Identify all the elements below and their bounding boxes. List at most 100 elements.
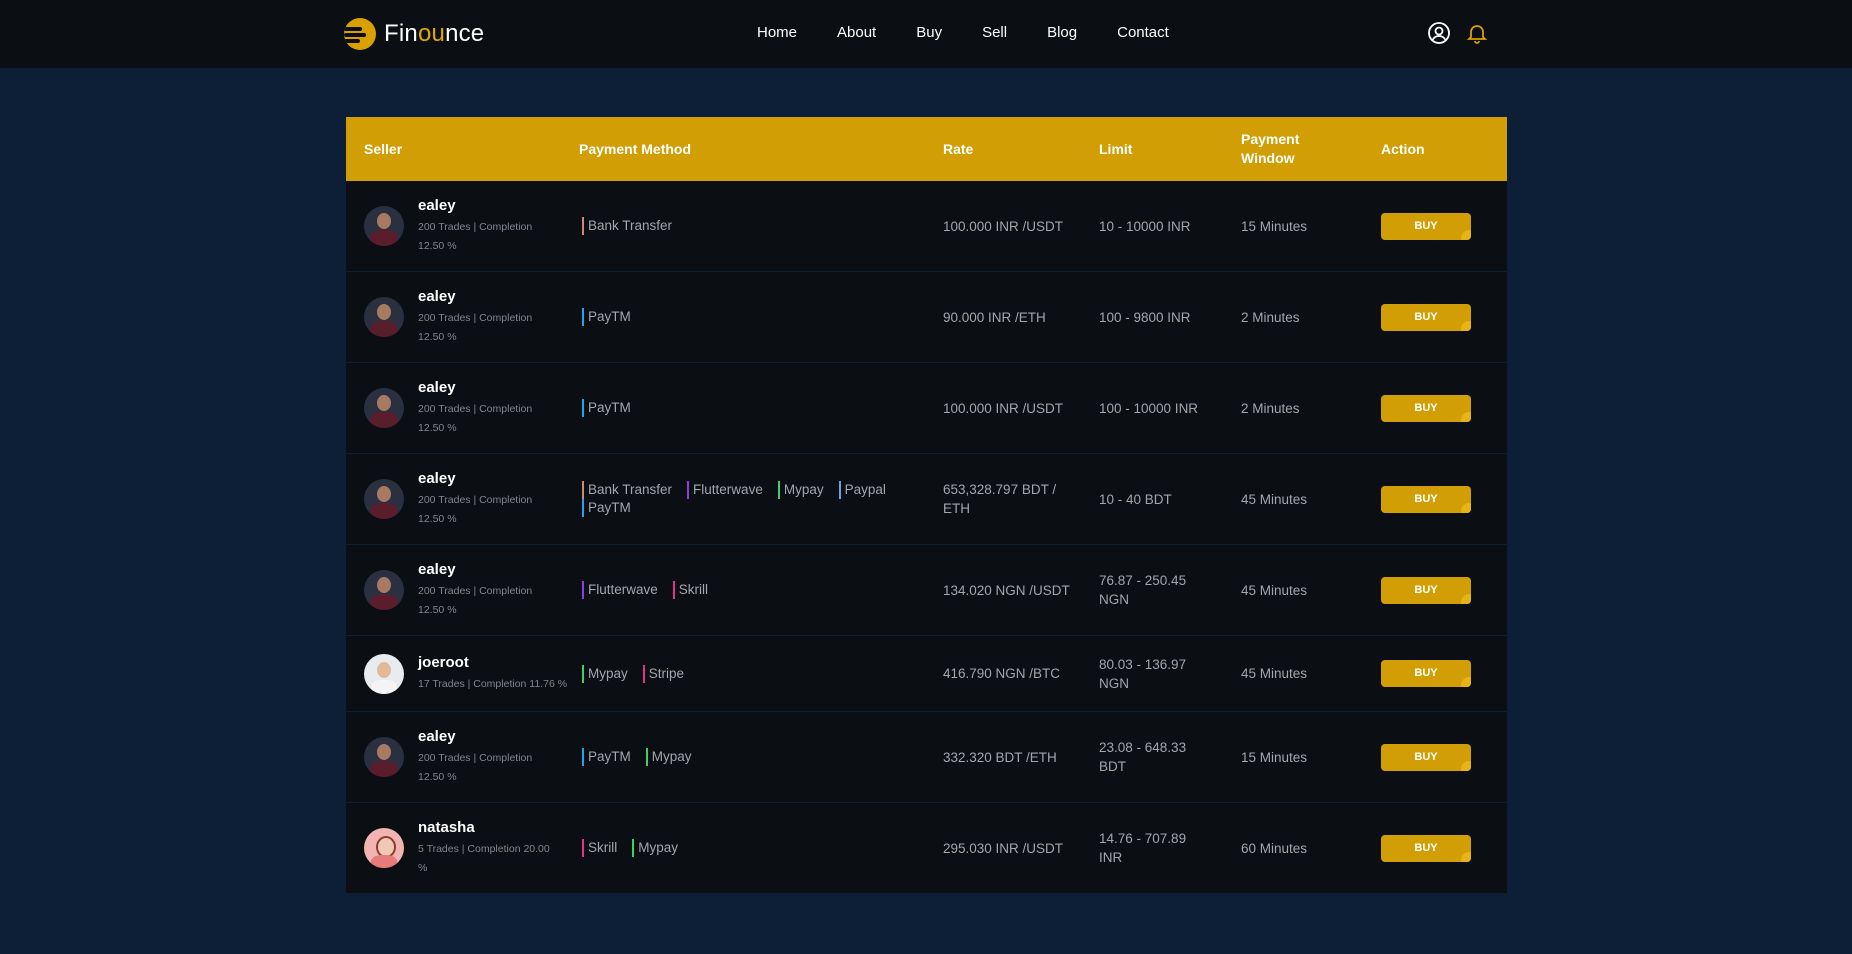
action-cell: BUY bbox=[1381, 303, 1507, 331]
payment-method-tag: PayTM bbox=[582, 308, 631, 326]
buy-button[interactable]: BUY bbox=[1381, 212, 1471, 240]
action-cell: BUY bbox=[1381, 485, 1507, 513]
bell-icon[interactable] bbox=[1465, 21, 1489, 45]
buy-button[interactable]: BUY bbox=[1381, 576, 1471, 604]
seller-cell: ealey 200 Trades | Completion 12.50 % bbox=[346, 197, 579, 256]
payment-method-tag: PayTM bbox=[582, 399, 631, 417]
limit-cell: 10 - 40 BDT bbox=[1099, 491, 1172, 507]
table-row: ealey 200 Trades | Completion 12.50 % Ba… bbox=[346, 181, 1507, 272]
brand-name: Finounce bbox=[384, 20, 485, 47]
seller-name[interactable]: ealey bbox=[418, 470, 532, 487]
payment-method-tag: PayTM bbox=[582, 499, 631, 517]
nav-about[interactable]: About bbox=[837, 24, 876, 41]
payment-method-cell: Flutterwave Skrill bbox=[579, 581, 943, 599]
logo-icon bbox=[344, 18, 376, 50]
avatar[interactable] bbox=[364, 206, 404, 246]
buy-button[interactable]: BUY bbox=[1381, 660, 1471, 687]
avatar[interactable] bbox=[364, 828, 404, 868]
payment-method-cell: Bank Transfer Flutterwave Mypay Paypal PayTM bbox=[579, 481, 943, 517]
payment-method-cell: Skrill Mypay bbox=[579, 839, 943, 857]
table-body: ealey 200 Trades | Completion 12.50 % Ba… bbox=[346, 181, 1507, 894]
table-row: ealey 200 Trades | Completion 12.50 % Pa… bbox=[346, 272, 1507, 363]
main-nav: Home About Buy Sell Blog Contact bbox=[757, 24, 1169, 41]
avatar[interactable] bbox=[364, 737, 404, 777]
rate-cell: 332.320 BDT /ETH bbox=[943, 749, 1057, 765]
avatar[interactable] bbox=[364, 479, 404, 519]
seller-name[interactable]: natasha bbox=[418, 819, 550, 836]
payment-window-cell: 45 Minutes bbox=[1241, 666, 1308, 681]
seller-name[interactable]: ealey bbox=[418, 561, 532, 578]
seller-cell: ealey 200 Trades | Completion 12.50 % bbox=[346, 728, 579, 787]
seller-name[interactable]: ealey bbox=[418, 288, 532, 305]
nav-blog[interactable]: Blog bbox=[1047, 24, 1077, 41]
header-payment-method: Payment Method bbox=[579, 141, 692, 157]
avatar[interactable] bbox=[364, 653, 404, 694]
payment-method-tag: Bank Transfer bbox=[582, 481, 672, 499]
payment-method-tag: Mypay bbox=[645, 748, 692, 766]
table-row: ealey 200 Trades | Completion 12.50 % Fl… bbox=[346, 545, 1507, 636]
payment-method-tag: Flutterwave bbox=[687, 481, 763, 499]
seller-completion: % bbox=[418, 861, 428, 874]
payment-method-tag: Flutterwave bbox=[582, 581, 658, 599]
seller-cell: natasha 5 Trades | Completion 20.00 % bbox=[346, 819, 579, 878]
rate-cell: 134.020 NGN /USDT bbox=[943, 582, 1070, 598]
table-row: ealey 200 Trades | Completion 12.50 % Ba… bbox=[346, 454, 1507, 545]
limit-cell: 10 - 10000 INR bbox=[1099, 218, 1191, 234]
action-cell: BUY bbox=[1381, 576, 1507, 604]
header-tools bbox=[1427, 21, 1489, 45]
seller-completion: 12.50 % bbox=[418, 603, 457, 616]
seller-cell: joeroot 17 Trades | Completion 11.76 % bbox=[346, 653, 579, 694]
seller-completion: 12.50 % bbox=[418, 330, 457, 343]
rate-cell: 295.030 INR /USDT bbox=[943, 840, 1064, 856]
action-cell: BUY bbox=[1381, 212, 1507, 240]
table-row: ealey 200 Trades | Completion 12.50 % Pa… bbox=[346, 363, 1507, 454]
seller-name[interactable]: ealey bbox=[418, 197, 532, 214]
payment-method-cell: PayTM Mypay bbox=[579, 748, 943, 766]
seller-name[interactable]: ealey bbox=[418, 728, 532, 745]
nav-contact[interactable]: Contact bbox=[1117, 24, 1169, 41]
top-navbar: Finounce Home About Buy Sell Blog Contac… bbox=[0, 0, 1852, 68]
buy-button[interactable]: BUY bbox=[1381, 485, 1471, 513]
action-cell: BUY bbox=[1381, 834, 1507, 862]
rate-cell: 90.000 INR /ETH bbox=[943, 309, 1046, 325]
action-cell: BUY bbox=[1381, 743, 1507, 771]
payment-method-cell: PayTM bbox=[579, 399, 943, 417]
header-limit: Limit bbox=[1099, 141, 1133, 157]
buy-button[interactable]: BUY bbox=[1381, 303, 1471, 331]
seller-name[interactable]: joeroot bbox=[418, 654, 567, 671]
seller-cell: ealey 200 Trades | Completion 12.50 % bbox=[346, 561, 579, 620]
payment-method-tag: PayTM bbox=[582, 748, 631, 766]
payment-window-cell: 45 Minutes bbox=[1241, 491, 1308, 507]
nav-sell[interactable]: Sell bbox=[982, 24, 1007, 41]
payment-method-tag: Paypal bbox=[838, 481, 886, 499]
nav-home[interactable]: Home bbox=[757, 24, 797, 41]
payment-method-cell: Mypay Stripe bbox=[579, 664, 943, 683]
rate-cell: 100.000 INR /USDT bbox=[943, 400, 1064, 416]
limit-cell: 76.87 - 250.45 NGN bbox=[1099, 573, 1187, 607]
table-row: ealey 200 Trades | Completion 12.50 % Pa… bbox=[346, 712, 1507, 803]
limit-cell: 100 - 10000 INR bbox=[1099, 400, 1199, 416]
seller-name[interactable]: ealey bbox=[418, 379, 532, 396]
payment-method-tag: Mypay bbox=[582, 664, 628, 683]
payment-window-cell: 2 Minutes bbox=[1241, 309, 1300, 325]
avatar[interactable] bbox=[364, 570, 404, 610]
user-circle-icon[interactable] bbox=[1427, 21, 1451, 45]
nav-buy[interactable]: Buy bbox=[916, 24, 942, 41]
payment-method-tag: Mypay bbox=[632, 839, 678, 857]
seller-completion: 12.50 % bbox=[418, 421, 457, 434]
avatar[interactable] bbox=[364, 388, 404, 428]
buy-button[interactable]: BUY bbox=[1381, 834, 1471, 862]
rate-cell: 653,328.797 BDT / ETH bbox=[943, 482, 1057, 516]
limit-cell: 80.03 - 136.97 NGN bbox=[1099, 656, 1187, 691]
brand-logo[interactable]: Finounce bbox=[344, 18, 484, 50]
seller-trades: 200 Trades | Completion bbox=[418, 751, 533, 764]
seller-completion: 12.50 % bbox=[418, 239, 457, 252]
avatar[interactable] bbox=[364, 297, 404, 337]
seller-trades: 200 Trades | Completion bbox=[418, 402, 533, 415]
seller-cell: ealey 200 Trades | Completion 12.50 % bbox=[346, 470, 579, 529]
seller-trades: 200 Trades | Completion bbox=[418, 220, 533, 233]
limit-cell: 100 - 9800 INR bbox=[1099, 309, 1191, 325]
payment-method-cell: PayTM bbox=[579, 308, 943, 326]
buy-button[interactable]: BUY bbox=[1381, 394, 1471, 422]
buy-button[interactable]: BUY bbox=[1381, 743, 1471, 771]
